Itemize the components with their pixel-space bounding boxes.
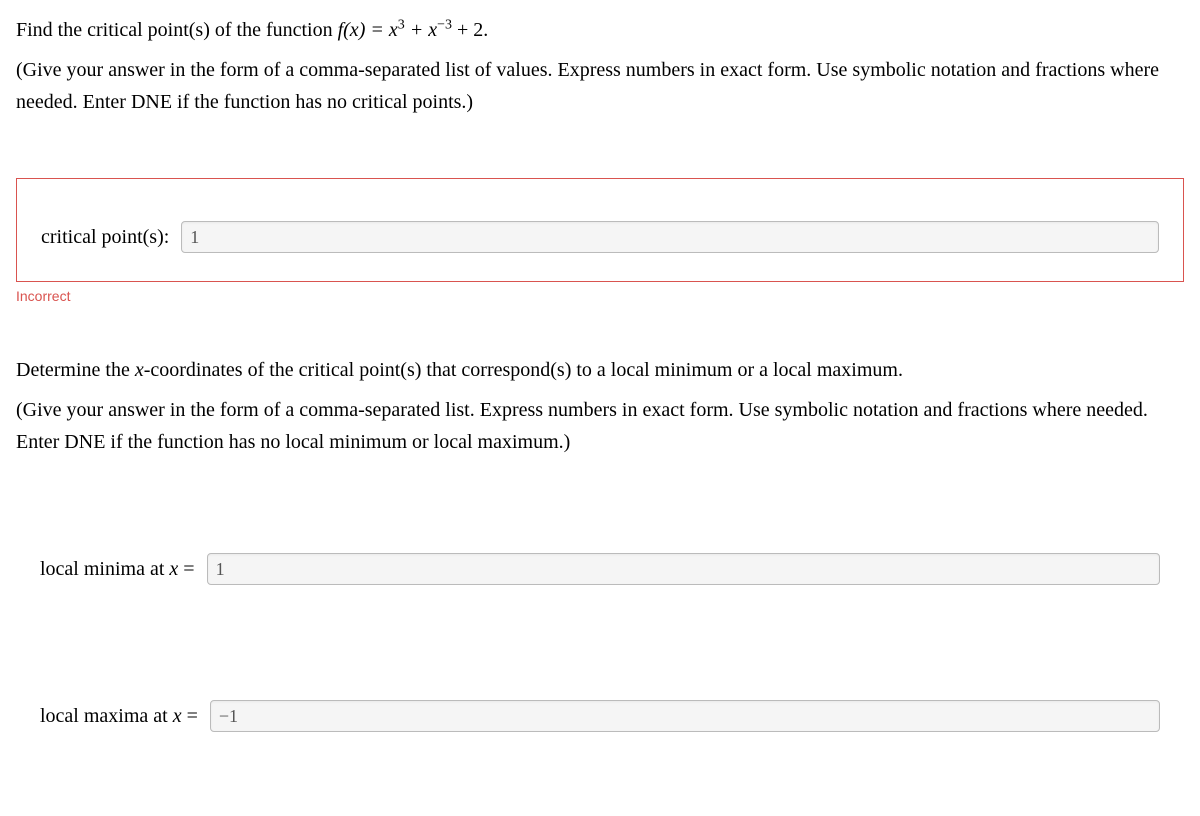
critical-points-label: critical point(s): <box>41 226 169 249</box>
critical-points-row: critical point(s): <box>41 221 1159 253</box>
local-maxima-container: local maxima at x = <box>16 700 1184 732</box>
local-minima-row: local minima at x = <box>40 553 1160 585</box>
critical-points-answer-box: critical point(s): <box>16 178 1184 282</box>
local-maxima-row: local maxima at x = <box>40 700 1160 732</box>
incorrect-feedback: Incorrect <box>16 288 1184 304</box>
question2-prompt: Determine the x-coordinates of the criti… <box>16 354 1184 386</box>
local-minima-label: local minima at x = <box>40 558 195 581</box>
local-maxima-input[interactable] <box>210 700 1160 732</box>
local-minima-input[interactable] <box>207 553 1160 585</box>
critical-points-input[interactable] <box>181 221 1159 253</box>
q1-function: f(x) = x3 + x−3 <box>338 19 452 41</box>
question1-prompt: Find the critical point(s) of the functi… <box>16 14 1184 46</box>
question2-instruction: (Give your answer in the form of a comma… <box>16 394 1184 458</box>
question1-instruction: (Give your answer in the form of a comma… <box>16 54 1184 118</box>
q1-prefix: Find the critical point(s) of the functi… <box>16 19 338 41</box>
local-minima-container: local minima at x = <box>16 553 1184 585</box>
local-maxima-label: local maxima at x = <box>40 705 198 728</box>
